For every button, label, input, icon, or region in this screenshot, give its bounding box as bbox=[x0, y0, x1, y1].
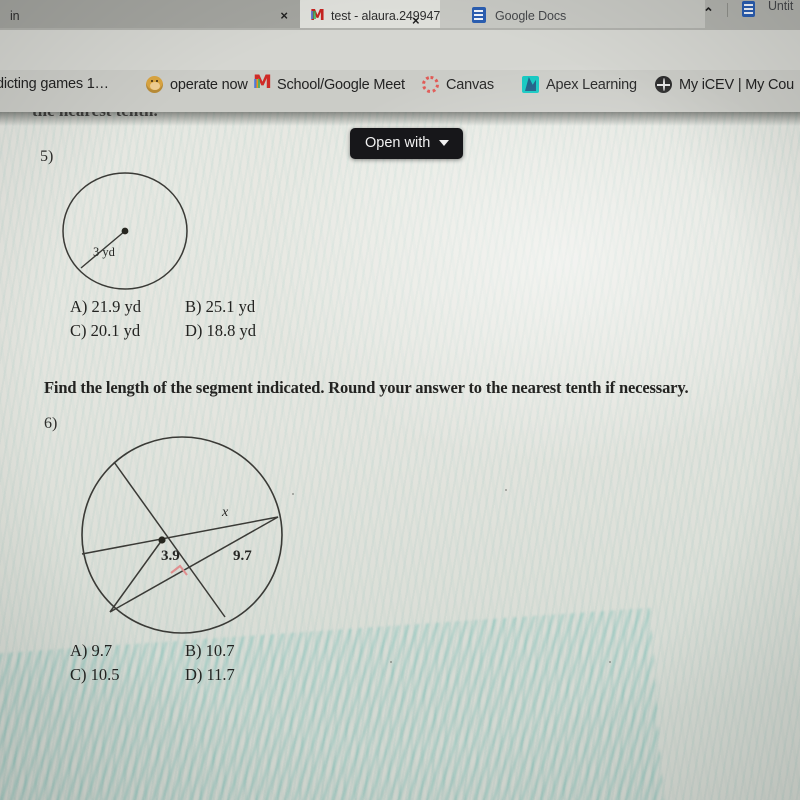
canvas-icon bbox=[422, 76, 439, 93]
screenshot-root: in × test - alaura.249947@nv.ccsd.n × Go… bbox=[0, 0, 800, 800]
figure-label-9-7: 9.7 bbox=[233, 548, 252, 564]
open-with-label: Open with bbox=[365, 135, 431, 151]
choice-d-6[interactable]: D) 11.7 bbox=[185, 665, 300, 685]
figure-label-radius: 3 yd bbox=[93, 245, 115, 259]
window-controls-divider bbox=[727, 3, 728, 17]
figure-label-3-9: 3.9 bbox=[161, 548, 180, 564]
bookmark-label-1: operate now bbox=[170, 76, 248, 93]
choice-b-5[interactable]: B) 25.1 yd bbox=[185, 297, 300, 317]
apex-icon bbox=[522, 76, 539, 93]
bookmark-item-1[interactable]: operate now bbox=[146, 76, 248, 93]
figure-problem-6 bbox=[70, 432, 300, 647]
answer-choices-problem-6: A) 9.7 B) 10.7 C) 10.5 D) 11.7 bbox=[70, 641, 300, 685]
dust-speck bbox=[390, 661, 392, 663]
figure-problem-5 bbox=[55, 168, 255, 298]
dust-speck bbox=[505, 489, 507, 491]
choice-a-5[interactable]: A) 21.9 yd bbox=[70, 297, 185, 317]
browser-chrome: in × test - alaura.249947@nv.ccsd.n × Go… bbox=[0, 0, 800, 112]
problem-number-6: 6) bbox=[44, 415, 58, 432]
tab-title-0: in bbox=[10, 9, 20, 23]
icev-icon bbox=[655, 76, 672, 93]
bookmark-label-5: My iCEV | My Cou bbox=[679, 76, 794, 93]
bookmark-item-0[interactable]: dicting games 1… bbox=[0, 76, 109, 92]
bookmark-item-4[interactable]: Apex Learning bbox=[522, 76, 637, 93]
tab-close-icon-0[interactable]: × bbox=[280, 8, 288, 23]
problem-prompt-6: Find the length of the segment indicated… bbox=[44, 378, 689, 397]
choice-a-6[interactable]: A) 9.7 bbox=[70, 641, 185, 661]
bookmark-item-5[interactable]: My iCEV | My Cou bbox=[655, 76, 794, 93]
address-bar[interactable]: lDMPXcJCHg?projector=1&messagePartId=0.1 bbox=[0, 30, 800, 89]
figure-label-x: x bbox=[222, 505, 229, 520]
monkey-icon bbox=[146, 76, 163, 93]
open-with-button[interactable]: Open with bbox=[350, 128, 464, 159]
answer-choices-problem-5: A) 21.9 yd B) 25.1 yd C) 20.1 yd D) 18.8… bbox=[70, 297, 300, 341]
cut-off-instruction-text: the nearest tenth. bbox=[32, 112, 158, 121]
chevron-down-icon bbox=[439, 140, 450, 146]
tab-title-2: Google Docs bbox=[495, 9, 567, 23]
browser-tab-0[interactable]: in × bbox=[0, 0, 310, 28]
choice-c-6[interactable]: C) 10.5 bbox=[70, 665, 185, 685]
tab-strip: in × test - alaura.249947@nv.ccsd.n × Go… bbox=[0, 0, 800, 30]
choice-b-6[interactable]: B) 10.7 bbox=[185, 641, 300, 661]
bookmark-item-3[interactable]: Canvas bbox=[422, 76, 494, 93]
bookmark-label-2: School/Google Meet bbox=[277, 76, 405, 93]
tab-close-icon-1[interactable]: × bbox=[412, 13, 420, 28]
window-minimize-button[interactable]: ⌃ bbox=[703, 5, 714, 21]
bookmark-label-3: Canvas bbox=[446, 76, 494, 93]
choice-d-5[interactable]: D) 18.8 yd bbox=[185, 321, 300, 341]
dust-speck bbox=[609, 661, 611, 663]
offscreen-tab-title: Untit bbox=[768, 0, 794, 13]
problem-number-5: 5) bbox=[40, 148, 54, 165]
gmail-icon bbox=[310, 6, 325, 24]
browser-tab-2[interactable]: Google Docs bbox=[440, 0, 705, 28]
cut-off-instruction-line: the nearest tenth. bbox=[32, 112, 202, 124]
choice-c-5[interactable]: C) 20.1 yd bbox=[70, 321, 185, 341]
bookmark-label-0: dicting games 1… bbox=[0, 76, 109, 92]
bookmark-label-4: Apex Learning bbox=[546, 76, 637, 93]
gmail-icon bbox=[253, 71, 272, 93]
google-docs-icon bbox=[472, 7, 486, 23]
pinned-docs-icon[interactable] bbox=[742, 1, 755, 17]
bookmark-item-2[interactable]: School/Google Meet bbox=[253, 71, 405, 93]
